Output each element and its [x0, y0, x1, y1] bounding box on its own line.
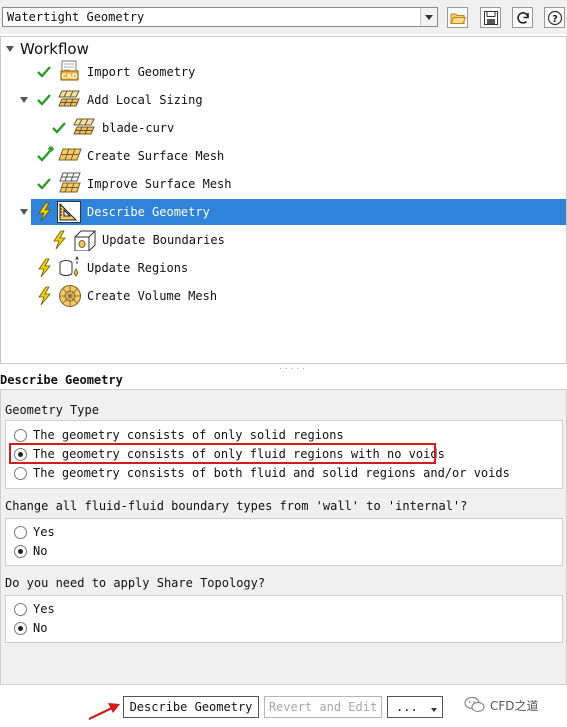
- tree-item-label: Describe Geometry: [87, 205, 210, 219]
- radio-label: The geometry consists of only solid regi…: [33, 428, 344, 442]
- tree-item-update-boundaries[interactable]: Update Boundaries: [1, 227, 566, 253]
- describe-geometry-button[interactable]: Describe Geometry: [123, 696, 259, 718]
- radio-button[interactable]: [14, 467, 27, 480]
- tree-item-label: Import Geometry: [87, 65, 196, 79]
- radio-label: Yes: [33, 525, 55, 539]
- radio-button[interactable]: [14, 429, 27, 442]
- radio-button[interactable]: [14, 526, 27, 539]
- radio-label: No: [33, 621, 48, 635]
- button-label: ...: [396, 700, 418, 714]
- radio-label: No: [33, 544, 48, 558]
- share-topology-group: Yes No: [5, 595, 563, 643]
- button-label: Describe Geometry: [129, 700, 253, 714]
- tree-item-label: Add Local Sizing: [87, 93, 203, 107]
- workflow-title: Workflow: [20, 40, 89, 58]
- workflow-tree: Workflow CAD Import Geometry Add Local S…: [0, 36, 567, 364]
- workflow-type-value: Watertight Geometry: [7, 10, 145, 24]
- button-label: Revert and Edit: [268, 700, 378, 714]
- refresh-icon: [517, 12, 529, 24]
- improve-mesh-icon: [59, 172, 81, 193]
- check-icon: [37, 66, 51, 78]
- chevron-down-icon[interactable]: [420, 8, 437, 26]
- highlight-annotation-box: [9, 443, 436, 464]
- check-icon: [37, 178, 51, 190]
- radio-button-selected[interactable]: [14, 545, 27, 558]
- tree-item-describe-geometry[interactable]: Describe Geometry: [31, 199, 566, 225]
- tree-item-label: blade-curv: [102, 121, 175, 135]
- check-icon: [52, 122, 66, 134]
- workflow-type-select[interactable]: Watertight Geometry: [2, 7, 438, 27]
- splitter-grip[interactable]: ·····: [278, 364, 307, 373]
- volume-mesh-icon: [59, 285, 81, 307]
- tree-item-update-regions[interactable]: Update Regions: [1, 255, 566, 281]
- tree-item-label: Create Volume Mesh: [87, 289, 218, 303]
- tree-item-import-geometry[interactable]: CAD Import Geometry: [1, 59, 566, 85]
- save-workflow-button[interactable]: [480, 7, 501, 28]
- tree-item-label: Update Boundaries: [102, 233, 225, 247]
- surface-mesh-icon: [58, 148, 82, 161]
- revert-and-edit-button[interactable]: Revert and Edit: [264, 696, 382, 718]
- check-icon: [37, 94, 51, 106]
- tree-item-create-volume-mesh[interactable]: Create Volume Mesh: [1, 283, 566, 309]
- tree-item-label: Improve Surface Mesh: [87, 177, 232, 191]
- fluid-fluid-question: Change all fluid-fluid boundary types fr…: [5, 499, 468, 513]
- help-icon: ?: [547, 10, 563, 26]
- tree-item-label: Create Surface Mesh: [87, 149, 225, 163]
- help-button[interactable]: ?: [544, 7, 565, 28]
- pending-lightning-icon: [53, 230, 66, 250]
- save-icon: [484, 11, 498, 25]
- expand-caret[interactable]: [20, 97, 28, 103]
- more-options-button[interactable]: ...: [387, 696, 443, 718]
- collapse-workflow-caret[interactable]: [6, 46, 14, 52]
- refresh-workflow-button[interactable]: [512, 7, 533, 28]
- boundaries-icon: [74, 230, 96, 251]
- tree-item-improve-surface-mesh[interactable]: Improve Surface Mesh: [1, 171, 566, 197]
- mesh-sizing-icon: [58, 90, 80, 107]
- tree-item-label: Update Regions: [87, 261, 189, 275]
- regions-icon: [59, 256, 79, 277]
- workflow-toolbar: Watertight Geometry ?: [0, 0, 567, 34]
- radio-button-selected[interactable]: [14, 622, 27, 635]
- annotation-arrow-icon: [88, 703, 120, 720]
- describe-geometry-icon: [57, 201, 81, 223]
- share-topology-question: Do you need to apply Share Topology?: [5, 576, 266, 590]
- pending-lightning-icon: [38, 258, 51, 278]
- wechat-icon: [464, 696, 485, 713]
- check-modified-icon: [37, 146, 54, 162]
- radio-label: Yes: [33, 602, 55, 616]
- tree-item-create-surface-mesh[interactable]: Create Surface Mesh: [1, 143, 566, 169]
- radio-button[interactable]: [14, 603, 27, 616]
- radio-label: The geometry consists of both fluid and …: [33, 466, 510, 480]
- collapse-caret[interactable]: [20, 209, 28, 215]
- pending-lightning-icon: [38, 286, 51, 306]
- watermark: CFD之道: [462, 694, 562, 716]
- pending-lightning-icon: [38, 202, 51, 222]
- panel-title: Describe Geometry: [0, 373, 123, 387]
- describe-geometry-panel: Geometry Type The geometry consists of o…: [0, 389, 567, 685]
- geometry-type-label: Geometry Type: [5, 403, 99, 417]
- tree-item-add-local-sizing[interactable]: Add Local Sizing: [1, 87, 566, 113]
- mesh-sizing-icon: [73, 118, 95, 135]
- tree-item-blade-curv[interactable]: blade-curv: [1, 115, 566, 141]
- folder-open-icon: [450, 13, 466, 24]
- cad-import-icon: CAD: [60, 60, 79, 81]
- svg-text:CAD: CAD: [61, 73, 78, 81]
- watermark-text: CFD之道: [490, 699, 539, 713]
- fluid-fluid-group: Yes No: [5, 518, 563, 566]
- svg-text:?: ?: [552, 14, 558, 25]
- open-workflow-button[interactable]: [447, 7, 468, 28]
